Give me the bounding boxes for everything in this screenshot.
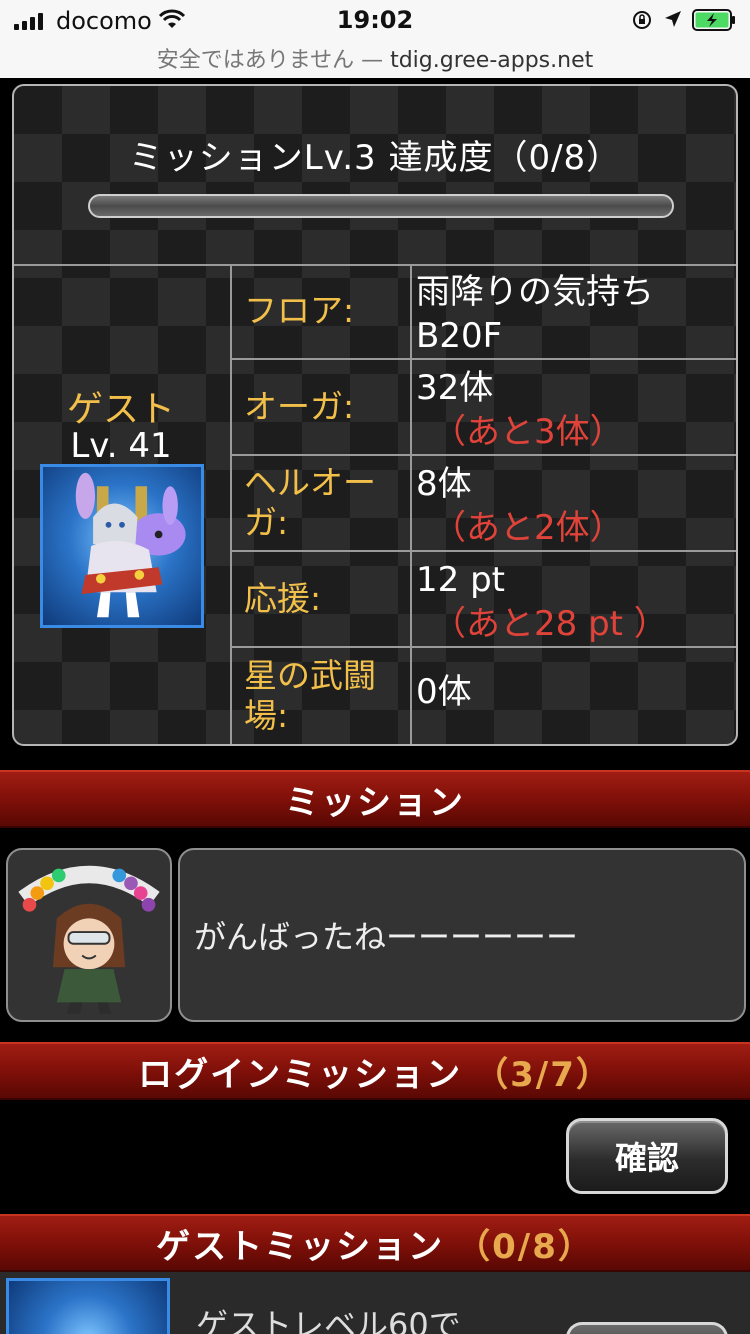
stat-label: オーガ: [232, 360, 412, 454]
stat-remaining: （あと2体） [432, 508, 624, 548]
stat-value: 32体 （あと3体） [416, 366, 736, 454]
npc-avatar [6, 848, 172, 1022]
guest-mission-thumbnail [6, 1278, 170, 1334]
stat-value: 12 pt （あと28 pt ） [416, 558, 736, 646]
section-count: （0/8） [456, 1226, 594, 1267]
stat-value: 0体 [416, 670, 736, 714]
npc-character-art [18, 865, 160, 1015]
login-mission-header: ログインミッション （3/7） [0, 1042, 750, 1100]
stat-remaining: （あと3体） [432, 412, 624, 452]
stat-row-star-arena: 星の武闘場: 0体 [232, 648, 736, 744]
stat-label: ヘルオーガ: [232, 456, 412, 550]
guest-character-card[interactable] [40, 464, 204, 628]
stat-value-text: 32体 [416, 368, 494, 408]
address-bar[interactable]: 安全ではありません — tdig.gree-apps.net [0, 42, 750, 74]
mission-stats-table: フロア: 雨降りの気持ち B20F オーガ: 32体 （あと3体） ヘルオーガ:… [230, 264, 736, 744]
stat-row-floor: フロア: 雨降りの気持ち B20F [232, 264, 736, 360]
mission-level-title: ミッションLv.3 達成度（0/8） [128, 138, 622, 178]
mission-message-box: がんばったねーーーーーー [178, 848, 746, 1022]
stat-value: 8体 （あと2体） [416, 462, 736, 550]
mission-progress-bar [88, 194, 674, 218]
stat-row-ogre: オーガ: 32体 （あと3体） [232, 360, 736, 456]
mission-section-header: ミッション [0, 770, 750, 828]
section-title: ログインミッション [138, 1054, 463, 1095]
stat-value-text: 12 pt [416, 560, 505, 600]
guest-level: Lv. 41 [70, 426, 172, 466]
orientation-lock-icon [633, 11, 651, 29]
login-mission-confirm-button[interactable]: 確認 [566, 1118, 728, 1194]
mission-status-panel: ミッションLv.3 達成度（0/8） ゲスト Lv. 41 フロア: 雨降りの気… [12, 84, 738, 746]
stat-value-text: 雨降りの気持ち B20F [416, 272, 654, 356]
status-bar: docomo 19:02 安全ではありません — tdig.gree-apps.… [0, 0, 750, 78]
stat-row-hell-ogre: ヘルオーガ: 8体 （あと2体） [232, 456, 736, 552]
stat-value-text: 0体 [416, 672, 472, 712]
guest-mission-text: ゲストレベル60で [196, 1306, 461, 1334]
battery-icon [692, 9, 735, 31]
section-count: （3/7） [474, 1054, 612, 1095]
mission-message-text: がんばったねーーーーーー [194, 918, 579, 956]
guest-mission-header: ゲストミッション （0/8） [0, 1214, 750, 1272]
url-host: tdig.gree-apps.net [390, 48, 594, 73]
stat-value: 雨降りの気持ち B20F [416, 270, 736, 358]
url-security-label: 安全ではありません — [156, 48, 391, 73]
stat-value-text: 8体 [416, 464, 472, 504]
stat-remaining: （あと28 pt ） [432, 604, 668, 644]
stat-label: フロア: [232, 264, 412, 358]
guest-mission-item[interactable]: ゲストレベル60で [0, 1272, 750, 1334]
guest-mission-button[interactable] [566, 1322, 728, 1334]
stat-label: 応援: [232, 552, 412, 646]
guest-character-art [75, 472, 186, 618]
section-title: ゲストミッション [156, 1226, 445, 1267]
stat-row-support: 応援: 12 pt （あと28 pt ） [232, 552, 736, 648]
section-title: ミッション [285, 782, 465, 823]
guest-label: ゲスト [66, 389, 175, 430]
stat-label: 星の武闘場: [232, 648, 412, 744]
location-arrow-icon [665, 11, 681, 27]
